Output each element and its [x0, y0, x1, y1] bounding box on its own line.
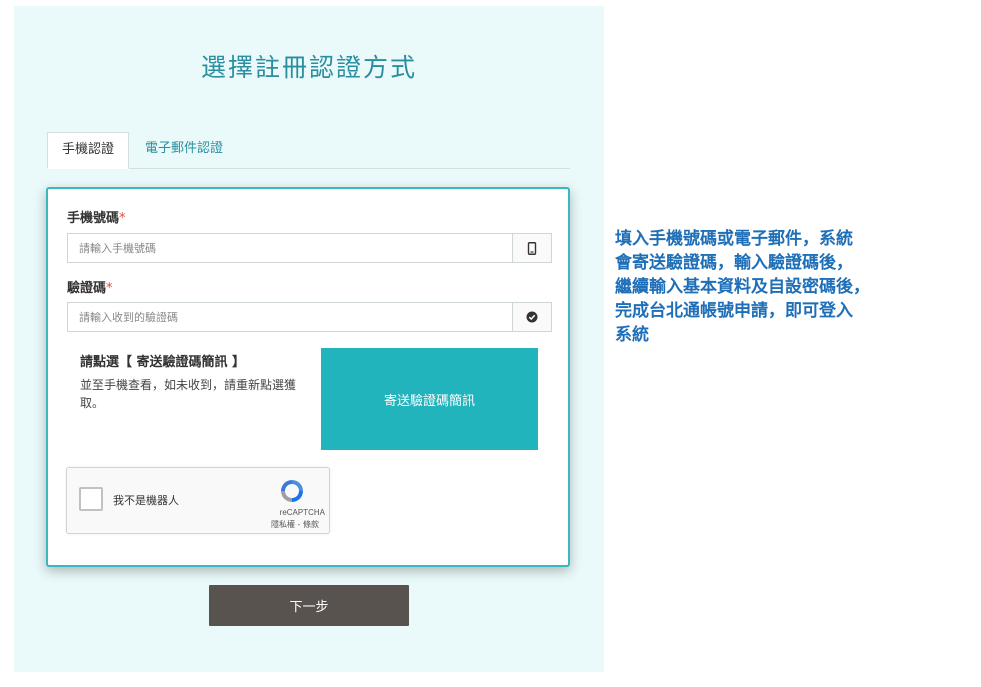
- code-field-label: 驗證碼*: [67, 277, 113, 296]
- phone-field-label: 手機號碼*: [67, 207, 126, 226]
- tab-email-verification[interactable]: 電子郵件認證: [131, 132, 237, 169]
- registration-panel: 選擇註冊認證方式 手機認證 電子郵件認證 手機號碼* 驗證碼*: [14, 6, 604, 672]
- recaptcha-label: 我不是機器人: [113, 494, 179, 507]
- annotation-line: 完成台北通帳號申請，即可登入: [615, 301, 853, 321]
- annotation-line: 填入手機號碼或電子郵件，系統: [615, 229, 853, 249]
- annotation-line: 系統: [615, 325, 649, 345]
- annotation-line: 會寄送驗證碼，輸入驗證碼後，: [615, 253, 853, 273]
- recaptcha-privacy-terms-link[interactable]: 隱私權 - 條款: [271, 519, 319, 530]
- instruction-annotation: 填入手機號碼或電子郵件，系統 會寄送驗證碼，輸入驗證碼後， 繼續輸入基本資料及自…: [615, 227, 975, 347]
- phone-input-group: [67, 233, 552, 263]
- verification-code-input[interactable]: [68, 303, 513, 331]
- tab-phone-verification[interactable]: 手機認證: [47, 132, 130, 169]
- required-mark: *: [106, 281, 113, 296]
- code-input-group: [67, 302, 552, 332]
- auth-method-tabs: 手機認證 電子郵件認證: [47, 132, 570, 169]
- phone-addon: [512, 234, 551, 262]
- check-circle-icon: [526, 311, 538, 323]
- sms-instruction-text: 並至手機查看，如未收到，請重新點選獲取。: [80, 378, 297, 410]
- recaptcha-logo-icon: [281, 480, 303, 502]
- recaptcha-checkbox[interactable]: [79, 487, 103, 511]
- code-label-text: 驗證碼: [67, 281, 107, 296]
- phone-number-input[interactable]: [68, 234, 513, 262]
- next-step-button[interactable]: 下一步: [209, 585, 409, 626]
- recaptcha-widget: 我不是機器人 reCAPTCHA 隱私權 - 條款: [66, 467, 330, 534]
- page-title: 選擇註冊認證方式: [200, 53, 417, 82]
- verification-form-card: 手機號碼* 驗證碼* 請點選【 寄送驗證碼簡訊 】 並: [46, 187, 570, 567]
- send-sms-code-button[interactable]: 寄送驗證碼簡訊: [321, 348, 538, 450]
- required-mark: *: [119, 211, 126, 226]
- mobile-phone-icon: [527, 241, 537, 255]
- sms-instruction-title: 請點選【 寄送驗證碼簡訊 】: [80, 355, 246, 370]
- code-addon: [512, 303, 551, 331]
- phone-label-text: 手機號碼: [67, 211, 120, 226]
- recaptcha-brand: reCAPTCHA: [279, 508, 325, 517]
- annotation-line: 繼續輸入基本資料及自設密碼後，: [615, 277, 870, 297]
